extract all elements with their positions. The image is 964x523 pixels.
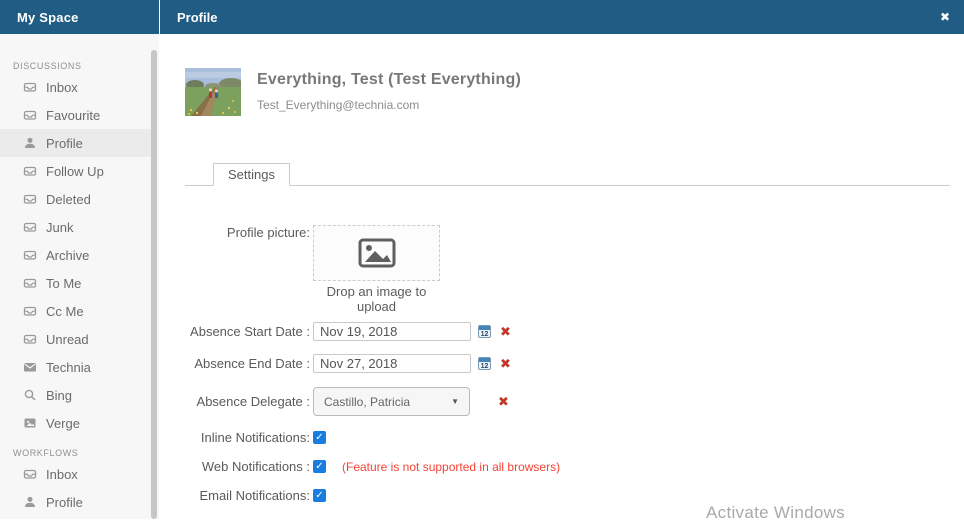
sidebar-scrollbar[interactable] xyxy=(151,50,157,519)
picture-icon xyxy=(358,238,396,268)
sidebar-item-profile[interactable]: Profile xyxy=(0,488,152,516)
sidebar-item-to-me[interactable]: To Me xyxy=(0,269,152,297)
sidebar: My Space DISCUSSIONS Inbox Favourite Profil… xyxy=(0,0,160,519)
email-notifications-checkbox[interactable]: ✓ xyxy=(313,489,326,502)
clear-delegate-icon[interactable]: ✖ xyxy=(498,395,509,408)
close-icon[interactable]: ✖ xyxy=(938,9,952,25)
profile-content: Everything, Test (Test Everything) Test_… xyxy=(160,68,964,504)
sidebar-item-label: Favourite xyxy=(46,108,100,123)
sidebar-item-inbox[interactable]: Inbox xyxy=(0,73,152,101)
sidebar-item-label: Deleted xyxy=(46,192,91,207)
absence-start-label: Absence Start Date : xyxy=(160,324,310,339)
sidebar-item-deleted[interactable]: Deleted xyxy=(0,185,152,213)
profile-name: Everything, Test (Test Everything) xyxy=(257,71,521,89)
delegate-selected-value: Castillo, Patricia xyxy=(324,395,445,409)
settings-form: Profile picture: Drop an image to upload xyxy=(160,225,964,504)
absence-start-input[interactable] xyxy=(313,322,471,341)
sidebar-item-label: Bing xyxy=(46,388,72,403)
avatar-painting xyxy=(185,68,241,116)
sidebar-item-technia[interactable]: Technia xyxy=(0,353,152,381)
sidebar-item-label: Unread xyxy=(46,332,89,347)
sidebar-item-bing[interactable]: Bing xyxy=(0,381,152,409)
inbox-tray-icon xyxy=(23,192,37,206)
email-notifications-row: Email Notifications: ✓ xyxy=(160,487,964,504)
tab-settings[interactable]: Settings xyxy=(213,163,290,186)
main-header: Profile ✖ xyxy=(160,0,964,34)
profile-picture-label: Profile picture: xyxy=(160,225,310,240)
sidebar-item-label: Profile xyxy=(46,495,83,510)
inline-notifications-checkbox[interactable]: ✓ xyxy=(313,431,326,444)
sidebar-header: My Space xyxy=(0,0,159,34)
delegate-dropdown[interactable]: Castillo, Patricia ▼ xyxy=(313,387,470,416)
web-notifications-row: Web Notifications : ✓ (Feature is not su… xyxy=(160,458,964,475)
inbox-tray-icon xyxy=(23,164,37,178)
avatar xyxy=(185,68,241,116)
sidebar-item-label: Profile xyxy=(46,136,83,151)
sidebar-item-cc-me[interactable]: Cc Me xyxy=(0,297,152,325)
user-icon xyxy=(23,136,37,150)
absence-end-row: Absence End Date : 12 ✖ xyxy=(160,353,964,374)
inbox-tray-icon xyxy=(23,332,37,346)
sidebar-item-archive[interactable]: Archive xyxy=(0,241,152,269)
sidebar-item-label: Follow Up xyxy=(46,164,104,179)
search-icon xyxy=(23,388,37,402)
sidebar-item-inbox[interactable]: Inbox xyxy=(0,460,152,488)
sidebar-item-profile[interactable]: Profile xyxy=(0,129,152,157)
app-window: My Space DISCUSSIONS Inbox Favourite Profil… xyxy=(0,0,964,519)
clear-start-date-icon[interactable]: ✖ xyxy=(500,325,511,338)
inbox-tray-icon xyxy=(23,80,37,94)
sidebar-item-label: Inbox xyxy=(46,467,78,482)
clear-end-date-icon[interactable]: ✖ xyxy=(500,357,511,370)
absence-start-row: Absence Start Date : 12 ✖ xyxy=(160,321,964,342)
inline-notifications-label: Inline Notifications: xyxy=(160,430,310,445)
sidebar-item-favourite[interactable]: Favourite xyxy=(0,101,152,129)
absence-end-input[interactable] xyxy=(313,354,471,373)
email-notifications-label: Email Notifications: xyxy=(160,488,310,503)
sidebar-item-label: Archive xyxy=(46,248,89,263)
web-notifications-label: Web Notifications : xyxy=(160,459,310,474)
inbox-tray-icon xyxy=(23,108,37,122)
sidebar-item-label: Cc Me xyxy=(46,304,84,319)
inbox-tray-icon xyxy=(23,248,37,262)
chevron-down-icon: ▼ xyxy=(451,397,459,406)
inbox-tray-icon xyxy=(23,220,37,234)
image-icon xyxy=(23,416,37,430)
sidebar-item-label: Junk xyxy=(46,220,73,235)
calendar-icon[interactable]: 12 xyxy=(478,325,491,338)
sidebar-section-heading: DISCUSSIONS xyxy=(0,59,159,73)
sidebar-section-heading: WORKFLOWS xyxy=(0,446,159,460)
absence-end-label: Absence End Date : xyxy=(160,356,310,371)
profile-identity: Everything, Test (Test Everything) Test_… xyxy=(257,68,521,116)
image-dropzone[interactable] xyxy=(313,225,440,281)
sidebar-item-label: To Me xyxy=(46,276,81,291)
absence-delegate-row: Absence Delegate : Castillo, Patricia ▼ … xyxy=(160,386,964,417)
absence-delegate-label: Absence Delegate : xyxy=(160,394,310,409)
main-panel: Profile ✖ xyxy=(160,0,964,519)
sidebar-item-verge[interactable]: Verge xyxy=(0,409,152,437)
sidebar-item-unread[interactable]: Unread xyxy=(0,325,152,353)
profile-email: Test_Everything@technia.com xyxy=(257,98,521,112)
inbox-tray-icon xyxy=(23,467,37,481)
tab-strip: Settings xyxy=(185,162,950,186)
inline-notifications-row: Inline Notifications: ✓ xyxy=(160,429,964,446)
page-title: Profile xyxy=(177,10,938,25)
sidebar-nav: DISCUSSIONS Inbox Favourite Profile Follow U… xyxy=(0,34,159,519)
sidebar-item-label: Verge xyxy=(46,416,80,431)
profile-picture-row: Profile picture: Drop an image to upload xyxy=(160,225,964,314)
profile-head: Everything, Test (Test Everything) Test_… xyxy=(185,68,964,116)
sidebar-item-follow-up[interactable]: Follow Up xyxy=(0,157,152,185)
user-icon xyxy=(23,495,37,509)
dropzone-caption: Drop an image to upload xyxy=(313,284,440,314)
web-notifications-note: (Feature is not supported in all browser… xyxy=(342,460,560,474)
envelope-icon xyxy=(23,360,37,374)
sidebar-item-label: Technia xyxy=(46,360,91,375)
inbox-tray-icon xyxy=(23,304,37,318)
sidebar-title: My Space xyxy=(17,10,79,25)
inbox-tray-icon xyxy=(23,276,37,290)
sidebar-item-label: Inbox xyxy=(46,80,78,95)
calendar-icon[interactable]: 12 xyxy=(478,357,491,370)
web-notifications-checkbox[interactable]: ✓ xyxy=(313,460,326,473)
sidebar-item-junk[interactable]: Junk xyxy=(0,213,152,241)
